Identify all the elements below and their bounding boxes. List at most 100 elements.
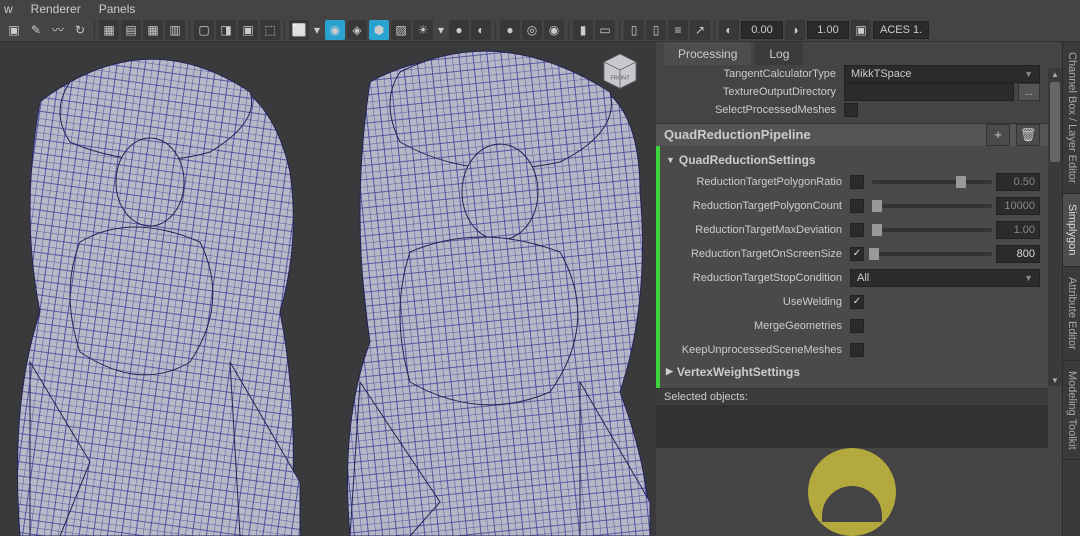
label-stop-cond: ReductionTargetStopCondition: [660, 272, 850, 284]
pane-1-icon[interactable]: ▢: [194, 20, 214, 40]
poly-count-checkbox[interactable]: [850, 199, 864, 213]
label-texture-dir: TextureOutputDirectory: [656, 86, 844, 98]
ao-icon[interactable]: ◐: [471, 20, 491, 40]
paint-tool-icon[interactable]: 〰: [48, 20, 68, 40]
chevron-down-icon: ▼: [1024, 273, 1033, 283]
panel-tabs: Processing Log: [656, 42, 1048, 65]
settings-title: QuadReductionSettings: [679, 153, 816, 167]
viewport-toolbar: ▣ ✎ 〰 ↻ ▦ ▤ ▦ ▥ ▢ ◨ ▣ ⬚ ⬜ ▾ ◉ ◈ ⬢ ▨ ☀ ▾ …: [0, 18, 1080, 42]
tab-log[interactable]: Log: [755, 42, 803, 65]
view-btn-3-icon[interactable]: ▦: [143, 20, 163, 40]
tab-processing[interactable]: Processing: [664, 42, 751, 65]
light-drop-icon[interactable]: ▾: [435, 20, 447, 40]
stop-condition-combo[interactable]: All ▼: [850, 269, 1040, 287]
selected-objects-list[interactable]: [656, 405, 1048, 448]
label-screen-size: ReductionTargetOnScreenSize: [660, 248, 850, 260]
menu-panels[interactable]: Panels: [99, 2, 136, 16]
shadow-icon[interactable]: ●: [449, 20, 469, 40]
browse-button[interactable]: ...: [1018, 83, 1040, 101]
max-dev-value[interactable]: 1.00: [996, 221, 1040, 239]
poly-ratio-slider[interactable]: [872, 175, 992, 189]
icon-a[interactable]: ▯: [624, 20, 644, 40]
shade-mode-icon[interactable]: ◉: [325, 20, 345, 40]
pipeline-add-button[interactable]: +: [986, 124, 1010, 146]
section-header-settings[interactable]: ▼ QuadReductionSettings: [660, 150, 1048, 170]
exposure-icon[interactable]: ◐: [719, 20, 739, 40]
cam-icon[interactable]: ▮: [573, 20, 593, 40]
poly-ratio-value[interactable]: 0.50: [996, 173, 1040, 191]
label-tangent: TangentCalculatorType: [656, 68, 844, 80]
pane-3-icon[interactable]: ▣: [238, 20, 258, 40]
pipeline-header: QuadReductionPipeline + 🗑: [656, 123, 1048, 146]
view-cube[interactable]: FRONT: [596, 50, 644, 90]
menubar: w Renderer Panels: [0, 0, 1080, 18]
gamma-value[interactable]: 1.00: [807, 21, 849, 39]
poly-ratio-checkbox[interactable]: [850, 175, 864, 189]
texture-dir-input[interactable]: [844, 83, 1014, 101]
render-icon[interactable]: ◉: [544, 20, 564, 40]
scrollbar-thumb[interactable]: [1050, 82, 1060, 162]
label-select-processed: SelectProcessedMeshes: [656, 104, 844, 116]
pipeline-title: QuadReductionPipeline: [664, 127, 980, 142]
poly-count-value[interactable]: 10000: [996, 197, 1040, 215]
pane-4-icon[interactable]: ⬚: [260, 20, 280, 40]
side-tab-channel-box[interactable]: Channel Box / Layer Editor: [1063, 42, 1080, 194]
screen-size-value[interactable]: 800: [996, 245, 1040, 263]
icon-c[interactable]: ≡: [668, 20, 688, 40]
logo-area: [656, 448, 1048, 536]
pipeline-delete-button[interactable]: 🗑: [1016, 124, 1040, 146]
chevron-down-icon: ▼: [1024, 69, 1033, 79]
rotate-tool-icon[interactable]: ↻: [70, 20, 90, 40]
view-btn-1-icon[interactable]: ▦: [99, 20, 119, 40]
properties-panel: Processing Log TangentCalculatorType Mik…: [656, 42, 1062, 536]
xray-icon[interactable]: ◎: [522, 20, 542, 40]
quad-reduction-settings: ▼ QuadReductionSettings ReductionTargetP…: [656, 146, 1048, 388]
box-drop-icon[interactable]: ▾: [311, 20, 323, 40]
menu-renderer[interactable]: Renderer: [31, 2, 81, 16]
label-keep-unproc: KeepUnprocessedSceneMeshes: [660, 344, 850, 356]
view-btn-2-icon[interactable]: ▤: [121, 20, 141, 40]
triangle-down-icon: ▼: [666, 155, 675, 165]
select-processed-checkbox[interactable]: [844, 103, 858, 117]
scroll-down-icon[interactable]: ▼: [1048, 374, 1062, 386]
viewport[interactable]: FRONT: [0, 42, 656, 536]
film-icon[interactable]: ▭: [595, 20, 615, 40]
gamma-icon[interactable]: ◑: [785, 20, 805, 40]
label-max-dev: ReductionTargetMaxDeviation: [660, 224, 850, 236]
side-tab-bar: Channel Box / Layer Editor Simplygon Att…: [1062, 42, 1080, 536]
box-icon[interactable]: ⬜: [289, 20, 309, 40]
label-poly-count: ReductionTargetPolygonCount: [660, 200, 850, 212]
wire-mode-icon[interactable]: ◈: [347, 20, 367, 40]
poly-count-slider[interactable]: [872, 199, 992, 213]
tex-mode-icon[interactable]: ▨: [391, 20, 411, 40]
lasso-tool-icon[interactable]: ✎: [26, 20, 46, 40]
side-tab-modeling-toolkit[interactable]: Modeling Toolkit: [1063, 361, 1080, 461]
pane-2-icon[interactable]: ◨: [216, 20, 236, 40]
label-poly-ratio: ReductionTargetPolygonRatio: [660, 176, 850, 188]
merge-geometries-checkbox[interactable]: [850, 319, 864, 333]
menu-view[interactable]: w: [4, 2, 13, 16]
keep-unprocessed-checkbox[interactable]: [850, 343, 864, 357]
max-dev-checkbox[interactable]: [850, 223, 864, 237]
light-icon[interactable]: ☀: [413, 20, 433, 40]
max-dev-slider[interactable]: [872, 223, 992, 237]
tangent-combo[interactable]: MikkTSpace ▼: [844, 65, 1040, 83]
screen-size-slider[interactable]: [872, 247, 992, 261]
scroll-up-icon[interactable]: ▲: [1048, 68, 1062, 80]
side-tab-attribute-editor[interactable]: Attribute Editor: [1063, 267, 1080, 361]
screen-size-checkbox[interactable]: [850, 247, 864, 261]
panel-scrollbar[interactable]: ▲ ▼: [1048, 68, 1062, 386]
cm-icon[interactable]: ▣: [851, 20, 871, 40]
section-header-vertex-weight[interactable]: ▶ VertexWeightSettings: [660, 362, 1048, 382]
side-tab-simplygon[interactable]: Simplygon: [1063, 194, 1080, 266]
exposure-value[interactable]: 0.00: [741, 21, 783, 39]
use-welding-checkbox[interactable]: [850, 295, 864, 309]
triangle-right-icon: ▶: [666, 366, 673, 377]
shade-wire-icon[interactable]: ⬢: [369, 20, 389, 40]
view-btn-4-icon[interactable]: ▥: [165, 20, 185, 40]
icon-b[interactable]: ▯: [646, 20, 666, 40]
select-tool-icon[interactable]: ▣: [4, 20, 24, 40]
iso-icon[interactable]: ●: [500, 20, 520, 40]
color-mgmt-combo[interactable]: ACES 1.: [873, 21, 929, 39]
arrow-icon[interactable]: ↗: [690, 20, 710, 40]
